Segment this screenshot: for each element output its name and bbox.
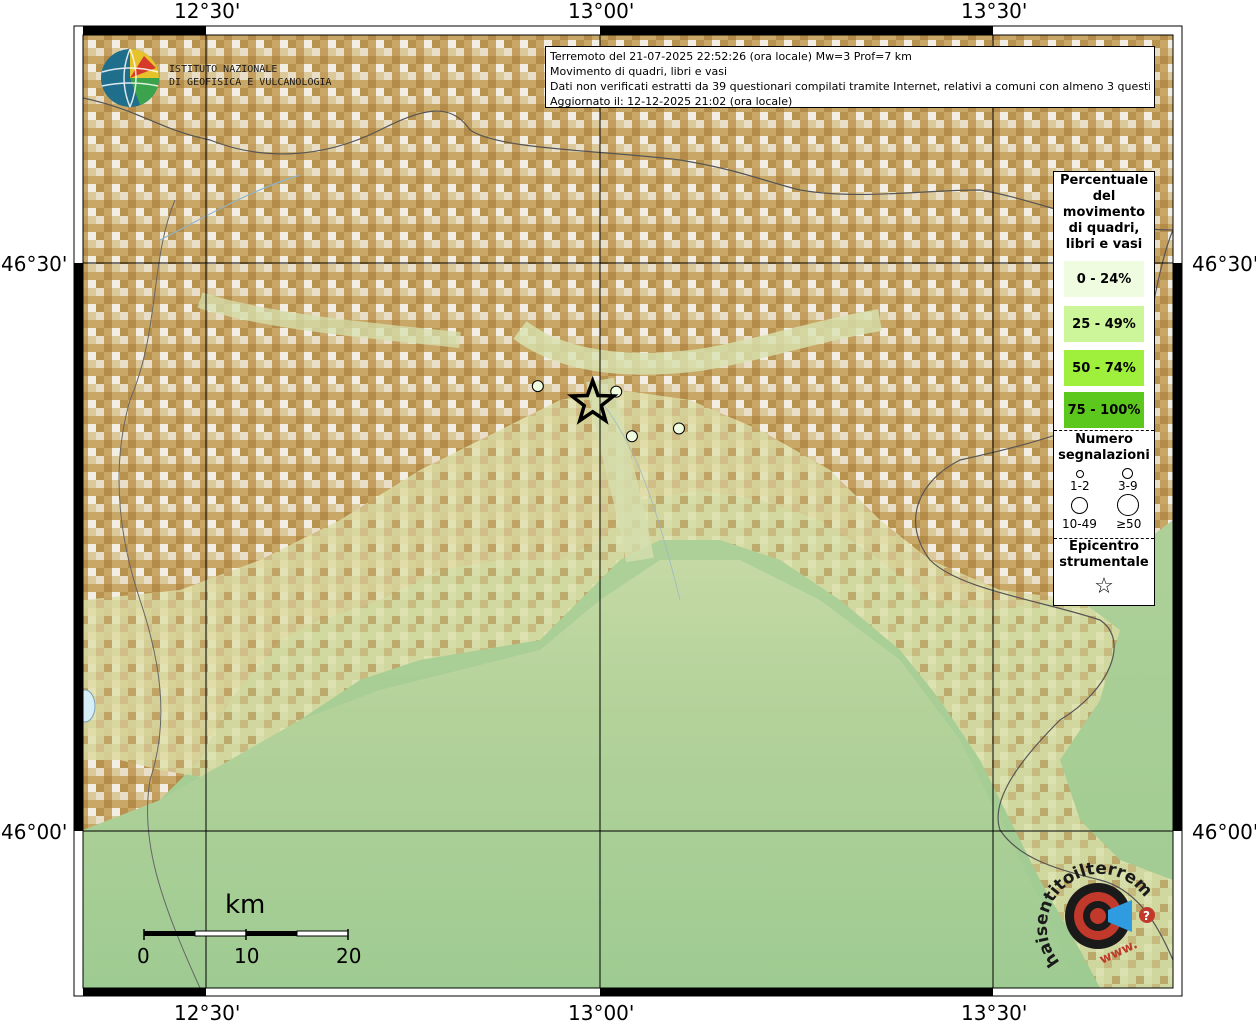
tick-top-3: 13°30'	[961, 0, 1028, 23]
event-info-box: Terremoto del 21-07-2025 22:52:26 (ora l…	[545, 46, 1155, 108]
legend-count-symbols: 1-2 3-9 10-49 ≥50	[1054, 464, 1154, 538]
count-circle-xlarge	[1117, 494, 1139, 516]
tick-top-1: 12°30'	[174, 0, 241, 23]
legend-class-4: 75 - 100%	[1064, 392, 1144, 428]
legend-epicenter-title: Epicentro strumentale	[1059, 539, 1149, 570]
scale-label-20: 20	[336, 944, 362, 968]
legend-class-3: 50 - 74%	[1064, 350, 1144, 386]
intensity-point-1[interactable]	[531, 380, 544, 393]
event-parameter: Movimento di quadri, libri e vasi	[550, 65, 728, 78]
event-title: Terremoto del 21-07-2025 22:52:26 (ora l…	[550, 50, 912, 63]
tick-bottom-2: 13°00'	[568, 1001, 635, 1025]
epicenter-legend-star-icon: ☆	[1094, 574, 1114, 599]
ingv-logo-text: ISTITUTO NAZIONALE DI GEOFISICA E VULCAN…	[169, 63, 332, 89]
legend-class-2: 25 - 49%	[1064, 306, 1144, 342]
scale-label-0: 0	[137, 944, 150, 968]
legend: Percentuale del movimento di quadri, lib…	[1053, 171, 1155, 606]
tick-top-2: 13°00'	[568, 0, 635, 23]
terrain-layer	[83, 35, 1173, 988]
count-label-2: 3-9	[1118, 479, 1138, 493]
legend-class-1: 0 - 24%	[1064, 261, 1144, 297]
count-circle-medium	[1122, 468, 1133, 479]
intensity-point-3[interactable]	[625, 430, 638, 443]
tick-right-1: 46°30'	[1192, 252, 1256, 276]
tick-left-1: 46°30'	[1, 252, 68, 276]
count-circle-large	[1071, 497, 1088, 514]
hst-logo: haisentitoilterremoto.it www. ?	[1030, 852, 1156, 971]
legend-count-title: Numero segnalazioni	[1058, 432, 1150, 463]
scale-unit: km	[225, 890, 266, 920]
ingv-line-1: ISTITUTO NAZIONALE	[169, 64, 278, 75]
tick-bottom-1: 12°30'	[174, 1001, 241, 1025]
event-updated: Aggiornato il: 12-12-2025 21:02 (ora loc…	[550, 95, 793, 108]
tick-bottom-3: 13°30'	[961, 1001, 1028, 1025]
question-mark-icon: ?	[1143, 909, 1150, 923]
count-label-3: 10-49	[1062, 517, 1097, 531]
count-label-4: ≥50	[1116, 517, 1142, 531]
count-circle-small	[1076, 470, 1084, 478]
intensity-point-4[interactable]	[672, 422, 685, 435]
legend-divider	[1054, 430, 1154, 431]
scale-label-10: 10	[234, 944, 260, 968]
ingv-line-2: DI GEOFISICA E VULCANOLOGIA	[169, 77, 332, 88]
tick-left-2: 46°00'	[1, 820, 68, 844]
legend-title: Percentuale del movimento di quadri, lib…	[1059, 173, 1149, 252]
tick-right-2: 46°00'	[1192, 820, 1256, 844]
event-data-note: Dati non verificati estratti da 39 quest…	[550, 80, 1150, 93]
count-label-1: 1-2	[1070, 479, 1090, 493]
